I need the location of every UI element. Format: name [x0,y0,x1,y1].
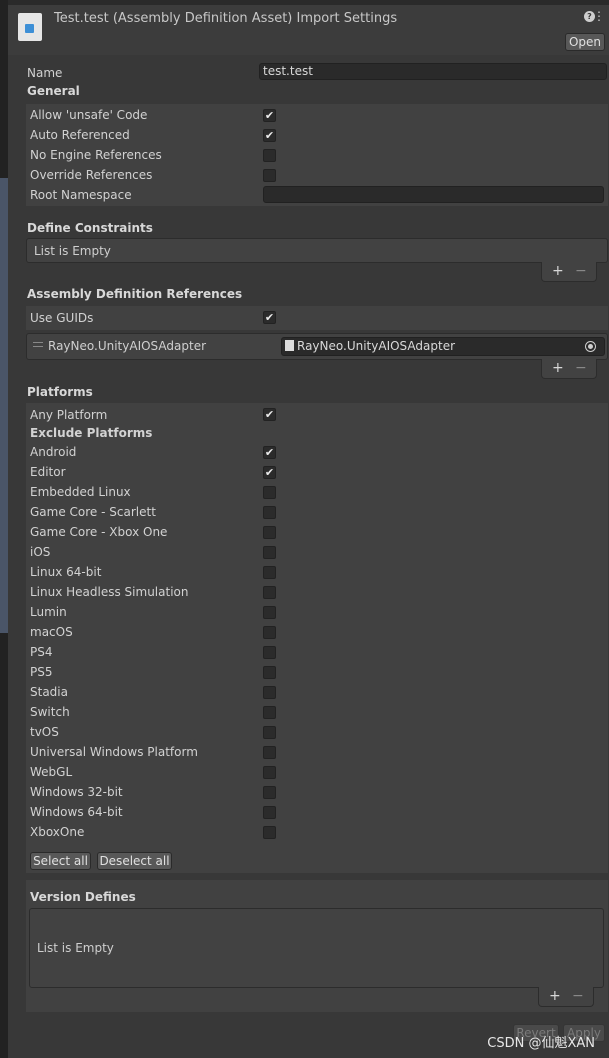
name-label: Name [27,66,63,80]
platforms-title: Platforms [27,385,93,399]
option-checkbox[interactable]: ✔ [263,466,276,479]
option-checkbox[interactable] [263,566,276,579]
option-checkbox[interactable] [263,506,276,519]
version-defines-footer: + − [538,987,594,1007]
reference-label: RayNeo.UnityAIOSAdapter [48,339,207,353]
add-reference-button[interactable]: + [552,360,564,376]
option-checkbox[interactable] [263,826,276,839]
option-checkbox[interactable] [263,626,276,639]
option-label: tvOS [30,725,59,739]
option-checkbox[interactable] [263,646,276,659]
define-constraints-title: Define Constraints [27,221,153,235]
left-panel-edge [0,0,8,1058]
add-constraint-button[interactable]: + [552,263,564,279]
option-checkbox[interactable]: ✔ [263,446,276,459]
general-title: General [27,84,80,98]
option-label: Switch [30,705,70,719]
assembly-definition-icon [18,13,42,41]
option-label: Android [30,445,77,459]
option-label: Universal Windows Platform [30,745,198,759]
assembly-references-footer: + − [541,359,597,379]
asset-file-icon [285,340,294,351]
inspector-title: Test.test (Assembly Definition Asset) Im… [54,11,398,26]
option-label: Game Core - Xbox One [30,525,168,539]
root-namespace-label: Root Namespace [30,188,132,202]
assembly-references-list: RayNeo.UnityAIOSAdapter RayNeo.UnityAIOS… [26,333,608,360]
option-label: Editor [30,465,66,479]
option-checkbox[interactable] [263,766,276,779]
drag-handle-icon[interactable] [33,342,43,347]
remove-constraint-button[interactable]: − [575,263,587,279]
remove-version-define-button[interactable]: − [572,988,584,1004]
select-all-button[interactable]: Select all [30,852,91,870]
add-version-define-button[interactable]: + [549,988,561,1004]
exclude-platforms-title: Exclude Platforms [30,426,153,440]
general-panel: Allow 'unsafe' Code ✔ Auto Referenced ✔ No E… [26,104,608,206]
assembly-references-title: Assembly Definition References [27,287,243,301]
use-guids-label: Use GUIDs [30,311,94,325]
option-label: Game Core - Scarlett [30,505,156,519]
more-menu-icon[interactable]: ⋮ [593,9,605,23]
version-defines-empty: List is Empty [37,941,114,955]
name-field[interactable]: test.test [259,63,607,80]
option-checkbox[interactable] [263,786,276,799]
csdn-watermark: CSDN @仙魁XAN [487,1036,595,1051]
option-checkbox[interactable] [263,666,276,679]
deselect-all-button[interactable]: Deselect all [97,852,172,870]
reference-object-value: RayNeo.UnityAIOSAdapter [297,339,456,353]
option-label: Embedded Linux [30,485,131,499]
any-platform-checkbox[interactable]: ✔ [263,408,276,421]
version-defines-title: Version Defines [30,890,136,904]
option-label: iOS [30,545,51,559]
option-checkbox[interactable] [263,169,276,182]
platforms-panel: Any Platform ✔ Exclude Platforms Android… [26,403,608,873]
use-guids-checkbox[interactable]: ✔ [263,311,276,324]
option-checkbox[interactable] [263,526,276,539]
option-checkbox[interactable] [263,586,276,599]
option-checkbox[interactable] [263,806,276,819]
object-picker-icon[interactable] [585,341,596,352]
option-checkbox[interactable] [263,686,276,699]
option-label: Linux 64-bit [30,565,102,579]
option-label: WebGL [30,765,73,779]
option-label: Windows 64-bit [30,805,123,819]
any-platform-label: Any Platform [30,408,108,422]
option-checkbox[interactable] [263,606,276,619]
option-checkbox[interactable] [263,149,276,162]
reference-object-field[interactable]: RayNeo.UnityAIOSAdapter [281,337,605,356]
root-namespace-field[interactable] [263,186,604,203]
option-checkbox[interactable] [263,726,276,739]
option-label: macOS [30,625,73,639]
remove-reference-button[interactable]: − [575,360,587,376]
option-checkbox[interactable] [263,546,276,559]
option-label: Auto Referenced [30,128,130,142]
option-checkbox[interactable] [263,486,276,499]
scene-view-edge [0,178,8,633]
option-label: Override References [30,168,153,182]
inspector-header: Test.test (Assembly Definition Asset) Im… [8,5,609,55]
option-label: Linux Headless Simulation [30,585,189,599]
define-constraints-list: List is Empty [26,238,608,263]
option-checkbox[interactable]: ✔ [263,129,276,142]
use-guids-row: Use GUIDs ✔ [26,306,608,330]
option-label: Stadia [30,685,68,699]
option-label: No Engine References [30,148,162,162]
option-label: PS4 [30,645,53,659]
option-label: PS5 [30,665,53,679]
option-checkbox[interactable] [263,706,276,719]
option-label: Windows 32-bit [30,785,123,799]
open-button[interactable]: Open [565,33,605,51]
define-constraints-empty: List is Empty [34,244,111,258]
option-checkbox[interactable]: ✔ [263,109,276,122]
define-constraints-footer: + − [541,262,597,282]
version-defines-list: List is Empty [29,908,604,988]
option-label: XboxOne [30,825,85,839]
option-checkbox[interactable] [263,746,276,759]
option-label: Lumin [30,605,67,619]
option-label: Allow 'unsafe' Code [30,108,148,122]
version-defines-panel: Version Defines List is Empty + − [26,880,608,1012]
